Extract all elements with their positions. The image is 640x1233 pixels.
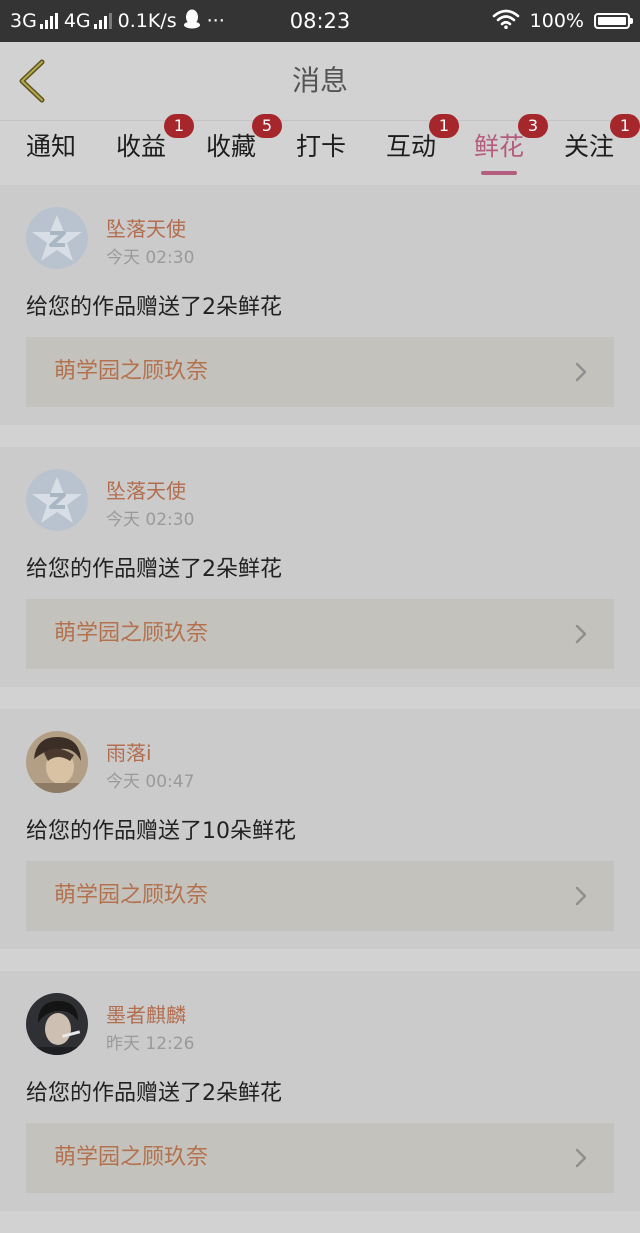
work-title: 萌学园之顾玖奈: [54, 621, 209, 646]
chevron-right-icon: [575, 624, 587, 644]
avatar[interactable]: [26, 207, 88, 269]
chevron-right-icon: [575, 886, 587, 906]
chevron-right-icon: [575, 1148, 587, 1168]
message-text: 给您的作品赠送了2朵鲜花: [26, 1081, 282, 1106]
work-title: 萌学园之顾玖奈: [54, 883, 209, 908]
unread-badge: 5: [252, 114, 282, 138]
work-title: 萌学园之顾玖奈: [54, 359, 209, 384]
tab-interactions[interactable]: 互动 1: [384, 114, 459, 185]
username[interactable]: 坠落天使: [106, 475, 186, 504]
user-photo-avatar: [26, 993, 88, 1055]
message-text: 给您的作品赠送了2朵鲜花: [26, 557, 282, 582]
battery-percent: 100%: [529, 10, 584, 32]
list-item: 雨落i 今天 00:47 给您的作品赠送了10朵鲜花 萌学园之顾玖奈: [0, 709, 640, 949]
timestamp: 今天 02:30: [106, 248, 195, 268]
work-title: 萌学园之顾玖奈: [54, 1145, 209, 1170]
unread-badge: 1: [610, 114, 640, 138]
battery-icon: [594, 13, 633, 29]
tab-label: 关注: [563, 132, 614, 161]
tab-label: 通知: [25, 132, 76, 161]
tab-favorites[interactable]: 收藏 5: [204, 114, 282, 185]
tab-flowers[interactable]: 鲜花 3: [472, 114, 548, 185]
username[interactable]: 坠落天使: [106, 213, 186, 242]
tab-label: 收益: [115, 132, 166, 161]
tab-follows[interactable]: 关注 1: [562, 114, 640, 185]
message-text: 给您的作品赠送了2朵鲜花: [26, 295, 282, 320]
unread-badge: 1: [429, 114, 459, 138]
active-tab-indicator: [481, 171, 517, 175]
username[interactable]: 雨落i: [106, 737, 152, 766]
page-title: 消息: [291, 64, 348, 97]
user-photo-avatar: [26, 731, 88, 793]
wifi-icon: [492, 9, 520, 34]
message-tabs: 通知 收益 1 收藏 5 打卡 互动 1 鲜花 3 关注 1: [0, 114, 640, 185]
list-item: 墨者麒麟 昨天 12:26 给您的作品赠送了2朵鲜花 萌学园之顾玖奈: [0, 971, 640, 1211]
default-avatar-icon: [26, 469, 88, 531]
nav-bar: 消息: [0, 42, 640, 121]
tab-label: 互动: [385, 132, 436, 161]
username[interactable]: 墨者麒麟: [106, 999, 186, 1028]
chevron-right-icon: [575, 362, 587, 382]
timestamp: 今天 00:47: [106, 772, 195, 792]
tab-label: 收藏: [205, 132, 256, 161]
battery-level: [598, 17, 626, 25]
status-right: 100%: [492, 0, 633, 42]
message-text: 给您的作品赠送了10朵鲜花: [26, 819, 296, 844]
unread-badge: 3: [518, 114, 548, 138]
tab-checkin[interactable]: 打卡: [294, 121, 348, 185]
default-avatar-icon: [26, 207, 88, 269]
timestamp: 今天 02:30: [106, 510, 195, 530]
tab-label: 打卡: [295, 132, 346, 161]
list-item: 坠落天使 今天 02:30 给您的作品赠送了2朵鲜花 萌学园之顾玖奈: [0, 185, 640, 425]
list-item: 坠落天使 今天 02:30 给您的作品赠送了2朵鲜花 萌学园之顾玖奈: [0, 447, 640, 687]
work-link[interactable]: 萌学园之顾玖奈: [26, 599, 614, 669]
tab-notifications[interactable]: 通知: [24, 121, 78, 185]
timestamp: 昨天 12:26: [106, 1034, 195, 1054]
work-link[interactable]: 萌学园之顾玖奈: [26, 861, 614, 931]
avatar[interactable]: [26, 993, 88, 1055]
flower-message-list: 坠落天使 今天 02:30 给您的作品赠送了2朵鲜花 萌学园之顾玖奈 坠落天使 …: [0, 185, 640, 1233]
work-link[interactable]: 萌学园之顾玖奈: [26, 337, 614, 407]
avatar[interactable]: [26, 469, 88, 531]
status-bar: 3G 4G 0.1K/s ··· 08:23 100%: [0, 0, 640, 42]
tab-earnings[interactable]: 收益 1: [114, 114, 194, 185]
work-link[interactable]: 萌学园之顾玖奈: [26, 1123, 614, 1193]
tab-label: 鲜花: [473, 132, 524, 161]
avatar[interactable]: [26, 731, 88, 793]
unread-badge: 1: [164, 114, 194, 138]
